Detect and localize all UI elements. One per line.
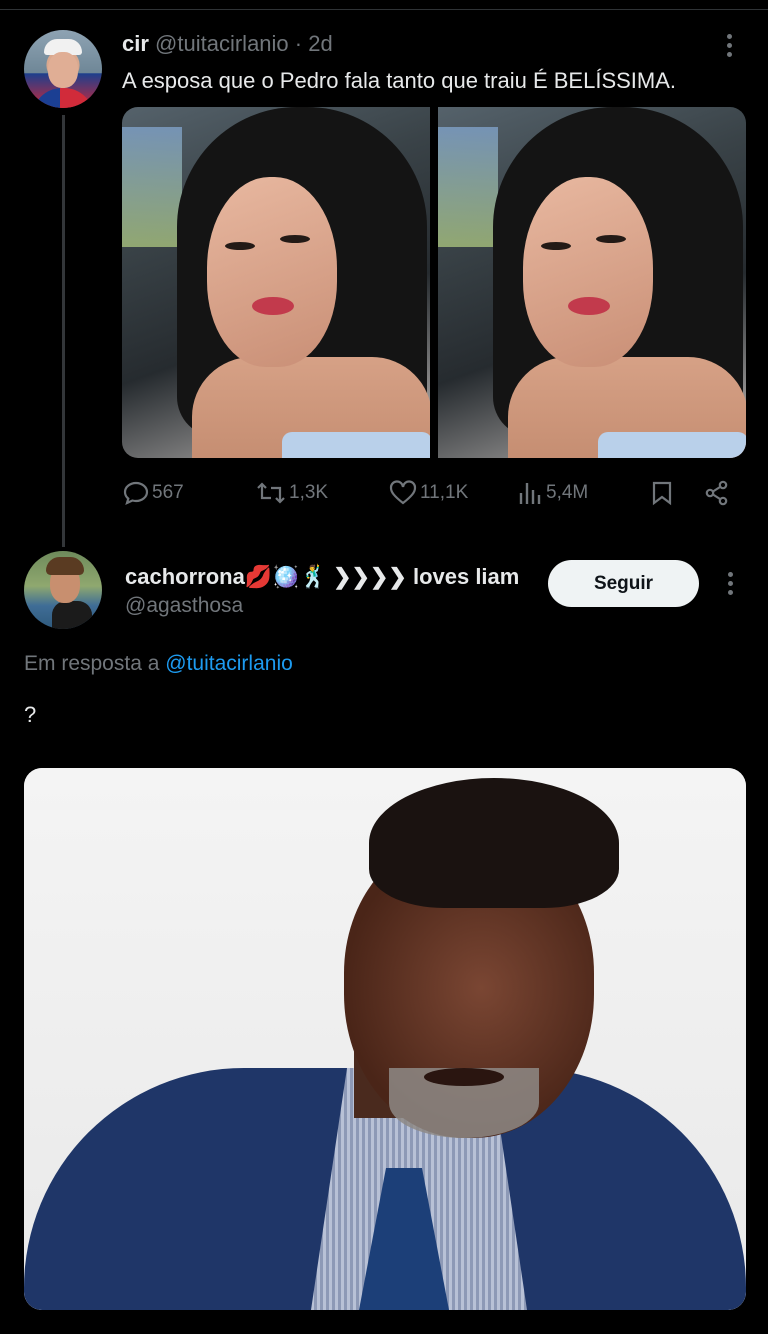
views-icon [519, 483, 541, 504]
reply-image[interactable] [24, 768, 746, 1310]
replying-prefix: Em resposta a [24, 652, 160, 675]
share-button[interactable] [704, 480, 730, 506]
reply-more-options-icon[interactable] [728, 572, 734, 599]
handle[interactable]: @tuitacirlanio [155, 31, 289, 56]
tweet-header: cir @tuitacirlanio · 2d [122, 31, 333, 57]
share-icon [705, 480, 728, 506]
thread-line [62, 115, 65, 547]
bookmark-icon [652, 481, 672, 506]
reply-display-name[interactable]: cachorrona💋🪩🕺 ❯❯❯❯ loves liam [125, 564, 519, 590]
reply-button[interactable]: 567 [122, 480, 184, 506]
timestamp[interactable]: · 2d [295, 31, 333, 56]
tweet-text: A esposa que o Pedro fala tanto que trai… [122, 68, 677, 93]
top-divider [0, 9, 768, 10]
tweet-image-2[interactable] [438, 107, 746, 458]
like-count: 11,1K [420, 482, 469, 503]
tweet-image-1[interactable] [122, 107, 430, 458]
retweet-button[interactable]: 1,3K [255, 480, 328, 506]
reply-text: ? [24, 702, 37, 727]
reply-avatar[interactable] [24, 551, 102, 629]
views-button[interactable]: 5,4M [518, 480, 588, 506]
like-button[interactable]: 11,1K [388, 480, 468, 506]
display-name[interactable]: cir [122, 31, 149, 56]
replying-to: Em resposta a @tuitacirlanio [24, 652, 293, 676]
views-count: 5,4M [546, 482, 589, 503]
reply-icon [123, 481, 149, 506]
more-options-icon[interactable] [727, 34, 733, 61]
avatar[interactable] [24, 30, 102, 108]
replying-to-link[interactable]: @tuitacirlanio [165, 652, 293, 675]
follow-button[interactable]: Seguir [548, 560, 699, 607]
heart-icon [389, 480, 417, 505]
reply-count: 567 [152, 482, 184, 503]
retweet-count: 1,3K [289, 482, 329, 503]
bookmark-button[interactable] [650, 480, 674, 506]
retweet-icon [257, 482, 285, 504]
reply-handle[interactable]: @agasthosa [125, 594, 243, 618]
